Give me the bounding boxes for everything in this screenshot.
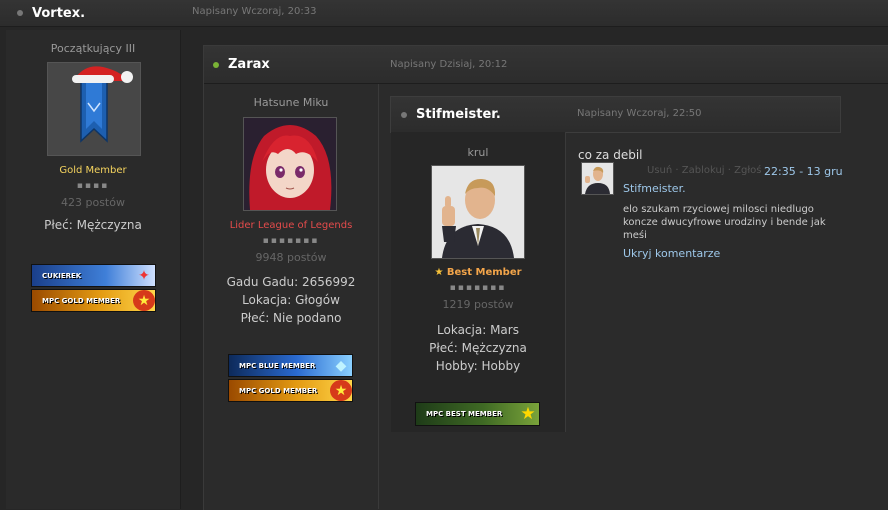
report-comment-link[interactable]: Zgłoś: [734, 165, 761, 176]
comment-avatar[interactable]: [581, 162, 614, 195]
group-name: ★ Best Member: [434, 267, 522, 278]
star-icon: ★: [330, 380, 352, 401]
hobby-field: Hobby: Hobby: [435, 359, 521, 373]
post-count[interactable]: 423 postów: [6, 196, 180, 209]
badge-gold-member: MPC GOLD MEMBER ★: [31, 289, 156, 312]
post-count[interactable]: 9948 postów: [204, 251, 378, 264]
rank-pips: ▪▪▪▪▪▪▪: [262, 236, 320, 246]
comment-text: elo szukam rzyciowej milosci niedlugo ko…: [623, 204, 826, 241]
gender-field: Płeć: Mężczyzna: [429, 341, 527, 355]
anime-girl-avatar-icon: [244, 118, 336, 210]
post-date: Napisany Wczoraj, 22:50: [577, 108, 702, 119]
author-info: krul: [391, 146, 565, 159]
group-name: Gold Member: [59, 165, 127, 176]
thumbs-up-man-avatar-icon: [432, 166, 524, 258]
delete-comment-link[interactable]: Usuń: [647, 165, 672, 176]
post-date: Napisany Dzisiaj, 20:12: [390, 59, 508, 70]
post-header: Vortex. Napisany Wczoraj, 20:33: [0, 0, 888, 27]
post-count[interactable]: 1219 postów: [391, 298, 565, 311]
comment: Usuń · Zablokuj · Zgłoś 22:35 - 13 gru S…: [580, 162, 843, 262]
gadu-gadu-field: Gadu Gadu: 2656992: [226, 275, 356, 289]
badge-gold-member: MPC GOLD MEMBER ★: [228, 379, 353, 402]
author-name[interactable]: Stifmeister.: [416, 107, 501, 122]
star-icon: ★: [434, 267, 444, 278]
post-date: Napisany Wczoraj, 20:33: [192, 6, 317, 17]
rank-title: Hatsune Miku: [253, 96, 329, 109]
badge-candy: CUKIEREK ✦: [31, 264, 156, 287]
thumbs-up-man-avatar-icon: [582, 163, 613, 194]
offline-status-icon: [17, 10, 23, 16]
badge-best-member: MPC BEST MEMBER ★: [415, 402, 540, 426]
avatar[interactable]: [47, 62, 141, 156]
rank-pips: ▪▪▪▪: [76, 181, 110, 191]
rank-title: Początkujący III: [50, 42, 136, 55]
rank-title: krul: [467, 146, 489, 159]
location-field: Lokacja: Głogów: [242, 293, 340, 307]
avatar[interactable]: [243, 117, 337, 211]
comment-timestamp: 22:35 - 13 gru: [764, 165, 843, 178]
nested-quote-header: Stifmeister. Napisany Wczoraj, 22:50: [390, 96, 841, 133]
offline-status-icon: [401, 111, 407, 118]
author-info: Początkujący III: [6, 42, 180, 55]
location-field: Lokacja: Mars: [437, 323, 519, 337]
post-message: co za debil: [578, 148, 643, 162]
star-icon: ★: [133, 290, 155, 311]
group-name: Lider League of Legends: [229, 220, 353, 231]
online-status-icon: [213, 61, 219, 68]
badge-blue-member: MPC BLUE MEMBER ◆: [228, 354, 353, 377]
author-name[interactable]: Vortex.: [32, 6, 85, 21]
star-icon: ★: [520, 404, 536, 424]
author-name[interactable]: Zarax: [228, 57, 270, 72]
candy-cane-icon: ✦: [138, 267, 150, 284]
christmas-ribbon-icon: [72, 66, 133, 143]
author-stats: Lider League of Legends ▪▪▪▪▪▪▪ 9948 pos…: [204, 220, 378, 327]
rank-pips: ▪▪▪▪▪▪▪: [449, 283, 507, 293]
quote-header: Zarax Napisany Dzisiaj, 20:12: [204, 46, 888, 84]
gender-field: Płeć: Mężczyzna: [44, 218, 142, 232]
author-stats: ★ Best Member ▪▪▪▪▪▪▪ 1219 postów Lokacj…: [391, 267, 565, 375]
author-stats: Gold Member ▪▪▪▪ 423 postów Płeć: Mężczy…: [6, 165, 180, 234]
comment-author[interactable]: Stifmeister.: [623, 182, 686, 195]
diamond-icon: ◆: [335, 357, 347, 374]
comment-actions: Usuń · Zablokuj · Zgłoś: [647, 165, 762, 176]
author-info: Hatsune Miku: [204, 96, 378, 109]
avatar[interactable]: [431, 165, 525, 259]
hide-comments-link[interactable]: Ukryj komentarze: [623, 247, 720, 260]
block-comment-link[interactable]: Zablokuj: [682, 165, 725, 176]
gender-field: Płeć: Nie podano: [240, 311, 342, 325]
